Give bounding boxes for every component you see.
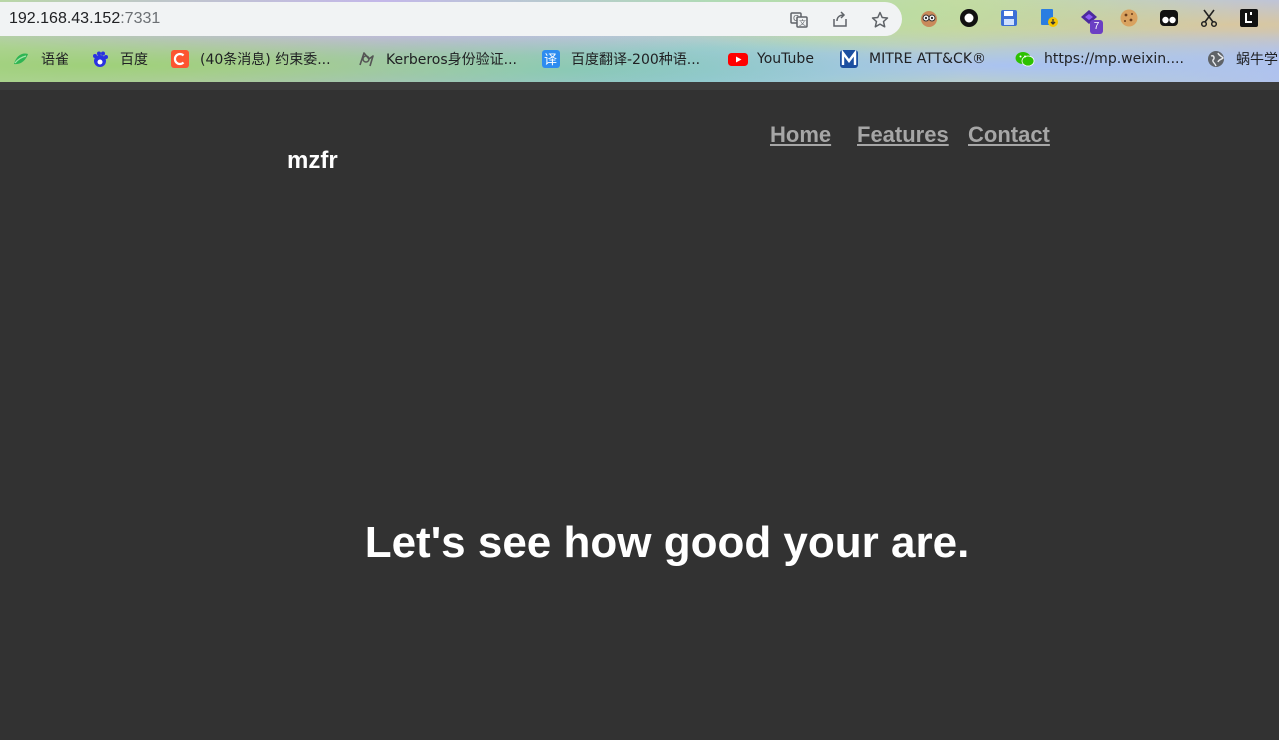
- translate-icon[interactable]: G 文: [790, 11, 808, 29]
- bookmark-label: MITRE ATT&CK®: [869, 51, 987, 67]
- url-port: :7331: [120, 10, 161, 27]
- wappalyzer-extension[interactable]: 7: [1079, 8, 1103, 36]
- wechat-icon: [1015, 50, 1035, 68]
- tampermonkey-extension-icon[interactable]: [1159, 8, 1179, 28]
- url-host: 192.168.43.152: [9, 10, 121, 27]
- bookmark-baidu-translate[interactable]: 译 百度翻译-200种语...: [542, 49, 700, 69]
- address-bar[interactable]: 192.168.43.152:7331 G 文: [0, 2, 902, 36]
- browser-chrome: 192.168.43.152:7331 G 文 7 语雀 百度 (40条消息) …: [0, 0, 1279, 82]
- chrome-divider: [0, 82, 1279, 90]
- bookmark-label: 百度: [120, 52, 148, 68]
- bookmark-csdn[interactable]: (40条消息) 约束委...: [171, 49, 331, 69]
- site-brand[interactable]: mzfr: [287, 147, 338, 175]
- extension-badge: 7: [1090, 20, 1103, 34]
- translate-bookmark-icon: 译: [542, 50, 560, 68]
- circle-extension-icon[interactable]: [959, 8, 979, 28]
- letter-extension-icon[interactable]: [1239, 8, 1259, 28]
- yuque-icon: [12, 50, 30, 68]
- bookmark-label: YouTube: [757, 51, 814, 67]
- share-icon[interactable]: [831, 11, 849, 29]
- owl-extension-icon[interactable]: [919, 8, 939, 28]
- bookmark-star-icon[interactable]: [871, 11, 889, 29]
- globe-icon: [1207, 50, 1225, 68]
- mitre-icon: [840, 49, 858, 68]
- csdn-icon: [171, 50, 189, 68]
- bookmark-label: 蜗牛学: [1236, 52, 1278, 68]
- bookmark-mitre[interactable]: MITRE ATT&CK®: [840, 49, 986, 69]
- bookmark-baidu[interactable]: 百度: [91, 49, 148, 69]
- bookmark-label: 百度翻译-200种语...: [571, 52, 701, 68]
- svg-text:文: 文: [799, 18, 806, 27]
- bookmark-kerberos[interactable]: Kerberos身份验证...: [357, 49, 517, 69]
- cookie-extension-icon[interactable]: [1119, 8, 1139, 28]
- bookmark-label: https://mp.weixin....: [1044, 51, 1184, 67]
- url-text[interactable]: 192.168.43.152:7331: [9, 10, 160, 28]
- bookmark-weixin[interactable]: https://mp.weixin....: [1015, 49, 1184, 69]
- svg-text:译: 译: [544, 53, 557, 68]
- nav-link-home[interactable]: Home: [770, 122, 831, 148]
- kerberos-icon: [357, 50, 375, 68]
- nav-link-contact[interactable]: Contact: [968, 122, 1050, 148]
- baidu-icon: [91, 50, 109, 68]
- page-content: mzfr Home Features Contact Let's see how…: [0, 90, 1279, 740]
- bookmark-label: 语雀: [41, 52, 69, 68]
- scissors-extension-icon[interactable]: [1199, 8, 1219, 28]
- bookmark-yuque[interactable]: 语雀: [12, 49, 69, 69]
- bookmark-woniu[interactable]: 蜗牛学: [1207, 49, 1278, 69]
- save-extension-icon[interactable]: [999, 8, 1019, 28]
- hero-heading: Let's see how good your are.: [364, 518, 970, 567]
- youtube-icon: [728, 50, 748, 68]
- bookmark-label: (40条消息) 约束委...: [200, 52, 331, 68]
- bookmark-youtube[interactable]: YouTube: [728, 49, 814, 69]
- bookmarks-bar: 语雀 百度 (40条消息) 约束委... Kerberos身份验证... 译 百…: [0, 44, 1279, 74]
- nav-link-features[interactable]: Features: [857, 122, 949, 148]
- download-extension-icon[interactable]: [1039, 8, 1059, 28]
- bookmark-label: Kerberos身份验证...: [386, 52, 518, 68]
